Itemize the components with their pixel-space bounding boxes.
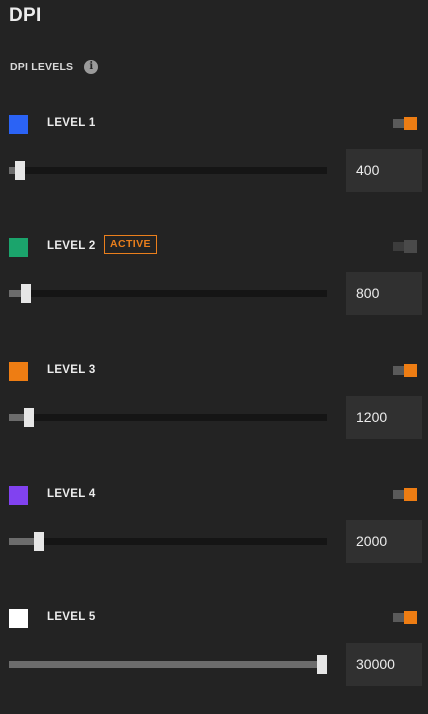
color-swatch[interactable] (9, 609, 28, 628)
dpi-slider[interactable] (9, 161, 327, 181)
section-label: DPI LEVELS (10, 61, 74, 73)
dpi-levels-header: DPI LEVELS i (10, 58, 99, 76)
color-swatch[interactable] (9, 486, 28, 505)
level-label: LEVEL 5 (47, 611, 96, 623)
dpi-value-input[interactable] (346, 396, 422, 439)
dpi-value-input[interactable] (346, 149, 422, 192)
level-toggle[interactable] (393, 363, 418, 378)
slider-thumb[interactable] (21, 284, 32, 303)
level-label: LEVEL 1 (47, 117, 96, 129)
dpi-level-1: LEVEL 1 (0, 110, 428, 220)
level-label: LEVEL 2 (47, 240, 96, 252)
slider-thumb[interactable] (15, 161, 26, 180)
color-swatch[interactable] (9, 238, 28, 257)
dpi-slider[interactable] (9, 408, 327, 428)
slider-thumb[interactable] (24, 408, 35, 427)
dpi-level-3: LEVEL 3 (0, 357, 428, 467)
dpi-value-input[interactable] (346, 520, 422, 563)
level-toggle[interactable] (393, 239, 418, 254)
slider-rail (9, 414, 327, 421)
dpi-slider[interactable] (9, 284, 327, 304)
level-toggle[interactable] (393, 610, 418, 625)
slider-fill (9, 661, 322, 668)
slider-rail (9, 290, 327, 297)
level-toggle[interactable] (393, 487, 418, 502)
slider-rail (9, 538, 327, 545)
color-swatch[interactable] (9, 362, 28, 381)
dpi-slider[interactable] (9, 532, 327, 552)
dpi-slider[interactable] (9, 655, 327, 675)
dpi-level-4: LEVEL 4 (0, 481, 428, 591)
level-label: LEVEL 3 (47, 364, 96, 376)
slider-thumb[interactable] (33, 532, 44, 551)
active-badge: ACTIVE (104, 235, 157, 254)
dpi-value-input[interactable] (346, 643, 422, 686)
dpi-level-5: LEVEL 5 (0, 604, 428, 714)
dpi-level-2: LEVEL 2 ACTIVE (0, 233, 428, 343)
info-icon[interactable]: i (84, 60, 99, 74)
level-label: LEVEL 4 (47, 488, 96, 500)
level-toggle[interactable] (393, 116, 418, 131)
page-title: DPI (9, 5, 42, 26)
color-swatch[interactable] (9, 115, 28, 134)
slider-rail (9, 167, 327, 174)
slider-thumb[interactable] (317, 655, 327, 674)
dpi-value-input[interactable] (346, 272, 422, 315)
